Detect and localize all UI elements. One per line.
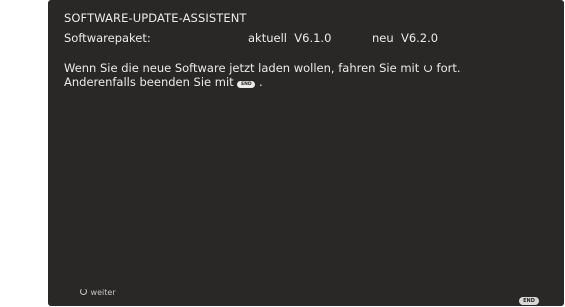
message-line-1: Wenn Sie die neue Software jetzt laden w… [64, 61, 461, 75]
message-text: . [255, 75, 263, 89]
tv-screen: SOFTWARE-UPDATE-ASSISTENT Softwarepaket:… [48, 0, 564, 306]
message-text: Anderenfalls beenden Sie mit [64, 75, 238, 89]
continue-label: weiter [90, 288, 116, 297]
instruction-message: Wenn Sie die neue Software jetzt laden w… [64, 61, 461, 89]
ok-icon [423, 64, 432, 72]
package-label: Softwarepaket: [64, 31, 151, 45]
software-package-row: Softwarepaket: aktuell V6.1.0 neu V6.2.0 [64, 31, 544, 47]
end-key-icon: END [519, 297, 539, 305]
end-key-icon: END [237, 81, 256, 88]
new-version: neu V6.2.0 [372, 31, 439, 45]
message-text: Wenn Sie die neue Software jetzt laden w… [64, 61, 423, 75]
continue-hint[interactable]: weiter [79, 288, 116, 297]
message-text: fort. [432, 61, 461, 75]
end-button[interactable]: END [519, 288, 539, 307]
ok-icon [80, 288, 87, 295]
current-version: aktuell V6.1.0 [248, 31, 332, 45]
message-line-2: Anderenfalls beenden Sie mit END . [64, 75, 461, 89]
dialog-title: SOFTWARE-UPDATE-ASSISTENT [64, 11, 247, 25]
